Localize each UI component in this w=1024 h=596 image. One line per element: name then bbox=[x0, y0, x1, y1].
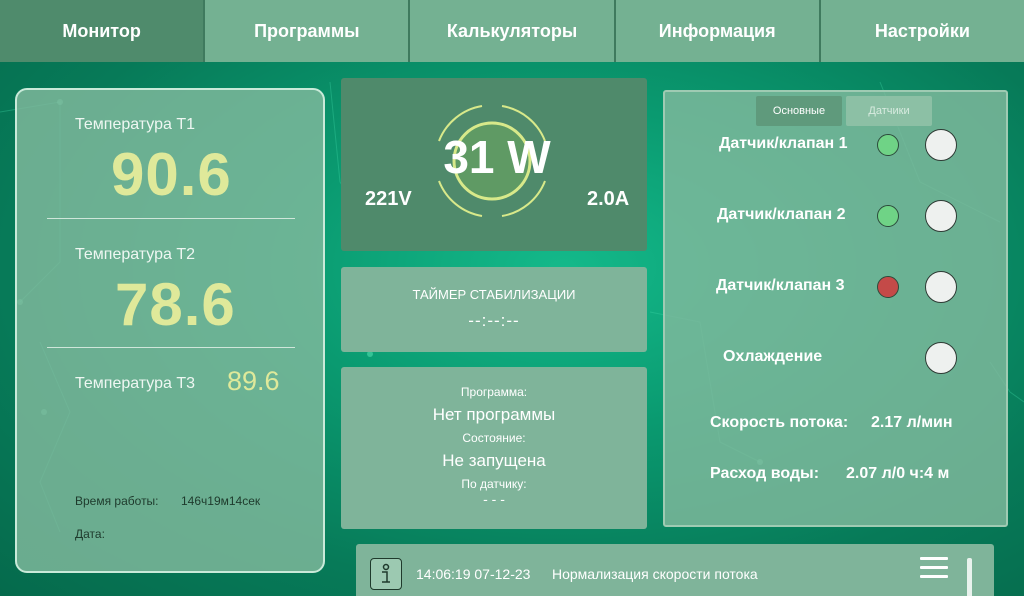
power-panel: 221V 31 W 2.0A bbox=[341, 78, 647, 251]
water-usage-label: Расход воды: bbox=[710, 465, 820, 482]
valve-2-status-led bbox=[877, 205, 899, 227]
valve-2-label: Датчик/клапан 2 bbox=[717, 206, 846, 223]
valve-1-label: Датчик/клапан 1 bbox=[719, 135, 848, 152]
sensors-panel: Основные Датчики Датчик/клапан 1 Датчик/… bbox=[663, 90, 1008, 527]
tab-monitor[interactable]: Монитор bbox=[0, 0, 206, 62]
valve-3-status-led bbox=[877, 276, 899, 298]
status-timestamp: 14:06:19 07-12-23 bbox=[416, 566, 531, 582]
t3-label: Температура Т3 bbox=[75, 375, 196, 392]
tab-information[interactable]: Информация bbox=[615, 0, 821, 62]
sensor-label: По датчику: bbox=[461, 477, 527, 491]
tab-settings[interactable]: Настройки bbox=[820, 0, 1024, 62]
valve-3-label: Датчик/клапан 3 bbox=[716, 277, 845, 294]
temperature-panel: Температура Т1 90.6 Температура Т2 78.6 … bbox=[15, 88, 325, 573]
sensor-value: - - - bbox=[483, 491, 505, 507]
tab-calculators[interactable]: Калькуляторы bbox=[410, 0, 616, 62]
divider bbox=[47, 347, 295, 348]
uptime-label: Время работы: bbox=[75, 494, 159, 508]
status-message: Нормализация скорости потока bbox=[552, 566, 758, 582]
status-bar: 14:06:19 07-12-23 Нормализация скорости … bbox=[356, 544, 994, 596]
timer-title: ТАЙМЕР СТАБИЛИЗАЦИИ bbox=[412, 287, 576, 302]
state-value: Не запущена bbox=[442, 451, 546, 470]
subtab-sensors[interactable]: Датчики bbox=[846, 96, 932, 126]
current-value: 2.0A bbox=[587, 188, 630, 210]
info-icon[interactable] bbox=[370, 558, 402, 590]
cooling-toggle[interactable] bbox=[925, 342, 957, 374]
t1-label: Температура Т1 bbox=[75, 116, 196, 133]
subtab-main[interactable]: Основные bbox=[756, 96, 842, 126]
t3-value: 89.6 bbox=[227, 366, 280, 396]
program-panel: Программа: Нет программы Состояние: Не з… bbox=[341, 367, 647, 529]
uptime-value: 146ч19м14сек bbox=[181, 494, 261, 508]
date-label: Дата: bbox=[75, 527, 105, 541]
tab-programs[interactable]: Программы bbox=[205, 0, 411, 62]
program-value: Нет программы bbox=[432, 405, 556, 424]
valve-2-toggle[interactable] bbox=[925, 200, 957, 232]
timer-value: --:--:-- bbox=[468, 311, 520, 330]
info-glyph-icon bbox=[382, 563, 390, 583]
flow-rate-value: 2.17 л/мин bbox=[871, 414, 953, 431]
valve-3-toggle[interactable] bbox=[925, 271, 957, 303]
top-nav: Монитор Программы Калькуляторы Информаци… bbox=[0, 0, 1024, 62]
program-label: Программа: bbox=[460, 385, 528, 399]
t2-label: Температура Т2 bbox=[75, 246, 196, 263]
valve-1-status-led bbox=[877, 134, 899, 156]
voltage-value: 221V bbox=[365, 188, 412, 210]
scrollbar-handle[interactable] bbox=[967, 558, 972, 596]
state-label: Состояние: bbox=[462, 431, 526, 445]
divider bbox=[47, 218, 295, 219]
stabilization-timer: ТАЙМЕР СТАБИЛИЗАЦИИ --:--:-- bbox=[341, 267, 647, 352]
power-value: 31 W bbox=[443, 131, 551, 183]
water-usage-value: 2.07 л/0 ч:4 м bbox=[846, 465, 950, 482]
flow-rate-label: Скорость потока: bbox=[710, 414, 849, 431]
menu-icon[interactable] bbox=[920, 557, 948, 579]
t1-value: 90.6 bbox=[111, 141, 232, 208]
valve-1-toggle[interactable] bbox=[925, 129, 957, 161]
t2-value: 78.6 bbox=[115, 271, 236, 338]
cooling-label: Охлаждение bbox=[723, 348, 823, 365]
